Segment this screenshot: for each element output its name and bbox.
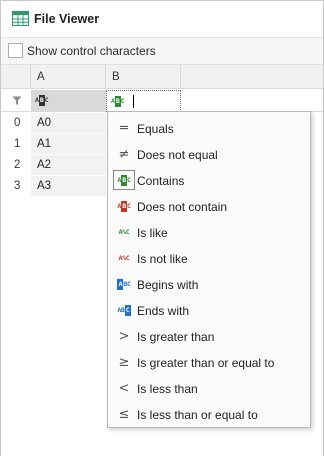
menu-item-does-not-contain[interactable]: ABC Does not contain (109, 193, 309, 219)
menu-item-is-not-like[interactable]: A%C Is not like (109, 245, 309, 271)
less-than-icon: < (118, 380, 130, 396)
table-cell[interactable]: A2 (31, 155, 106, 176)
grid-corner[interactable] (1, 65, 31, 89)
menu-item-label: Begins with (137, 278, 199, 292)
column-header-b[interactable]: B (106, 65, 181, 89)
text-caret (133, 95, 134, 108)
column-header-a[interactable]: A (31, 65, 106, 89)
filter-cell-a[interactable]: ABC (31, 90, 106, 112)
row-header[interactable]: 3 (1, 176, 31, 197)
contains-icon[interactable]: ABC (35, 95, 49, 106)
less-equal-icon: ≤ (118, 406, 130, 422)
menu-item-label: Is less than (137, 382, 198, 396)
row-header[interactable]: 2 (1, 155, 31, 176)
menu-item-contains[interactable]: ABC Contains (109, 167, 309, 193)
menu-item-is-greater-than-or-equal-to[interactable]: ≥ Is greater than or equal to (109, 349, 309, 375)
window-title: File Viewer (34, 12, 100, 26)
filter-row: ABC ABC (1, 90, 323, 112)
menu-item-label: Is greater than (137, 330, 215, 344)
show-control-characters-checkbox[interactable] (8, 43, 23, 58)
equals-icon: ═ (120, 120, 128, 136)
table-cell[interactable]: A0 (31, 113, 106, 134)
filter-operator-menu: ═ Equals ≠ Does not equal ABC Contains A… (107, 111, 311, 428)
ends-with-icon: AB C (117, 304, 131, 316)
is-not-like-icon: A%C (118, 253, 130, 262)
table-cell[interactable]: A3 (31, 176, 106, 197)
show-control-characters-label[interactable]: Show control characters (27, 44, 156, 58)
menu-item-label: Is greater than or equal to (137, 356, 275, 370)
column-header-row: A B (1, 65, 323, 89)
menu-item-label: Is less than or equal to (137, 408, 258, 422)
row-header[interactable]: 0 (1, 113, 31, 134)
menu-item-does-not-equal[interactable]: ≠ Does not equal (109, 141, 309, 167)
contains-icon: ABC (113, 170, 135, 190)
menu-item-label: Does not equal (137, 148, 218, 162)
filter-icon (12, 96, 22, 105)
does-not-contain-icon: ABC (117, 200, 131, 212)
menu-item-is-greater-than[interactable]: > Is greater than (109, 323, 309, 349)
toolbar: Show control characters (1, 37, 323, 65)
title-bar: File Viewer (1, 1, 323, 37)
table-icon (12, 11, 29, 26)
not-equal-icon: ≠ (118, 146, 130, 162)
menu-item-label: Contains (137, 174, 185, 188)
greater-than-icon: > (118, 328, 130, 344)
row-header[interactable]: 1 (1, 134, 31, 155)
menu-item-equals[interactable]: ═ Equals (109, 115, 309, 141)
menu-item-is-like[interactable]: A%C Is like (109, 219, 309, 245)
menu-item-is-less-than-or-equal-to[interactable]: ≤ Is less than or equal to (109, 401, 309, 427)
file-viewer-window: File Viewer Show control characters A B … (0, 0, 324, 457)
menu-item-label: Does not contain (137, 200, 228, 214)
menu-item-ends-with[interactable]: AB C Ends with (109, 297, 309, 323)
menu-item-label: Is not like (137, 252, 188, 266)
table-cell[interactable]: A1 (31, 134, 106, 155)
greater-equal-icon: ≥ (118, 354, 130, 370)
menu-item-is-less-than[interactable]: < Is less than (109, 375, 309, 401)
begins-with-icon: A BC (117, 278, 131, 290)
is-like-icon: A%C (118, 227, 130, 236)
filter-cell-b[interactable]: ABC (106, 90, 181, 112)
menu-item-label: Equals (137, 122, 174, 136)
menu-item-label: Is like (137, 226, 168, 240)
menu-item-begins-with[interactable]: A BC Begins with (109, 271, 309, 297)
menu-item-label: Ends with (137, 304, 190, 318)
contains-icon[interactable]: ABC (111, 96, 125, 107)
